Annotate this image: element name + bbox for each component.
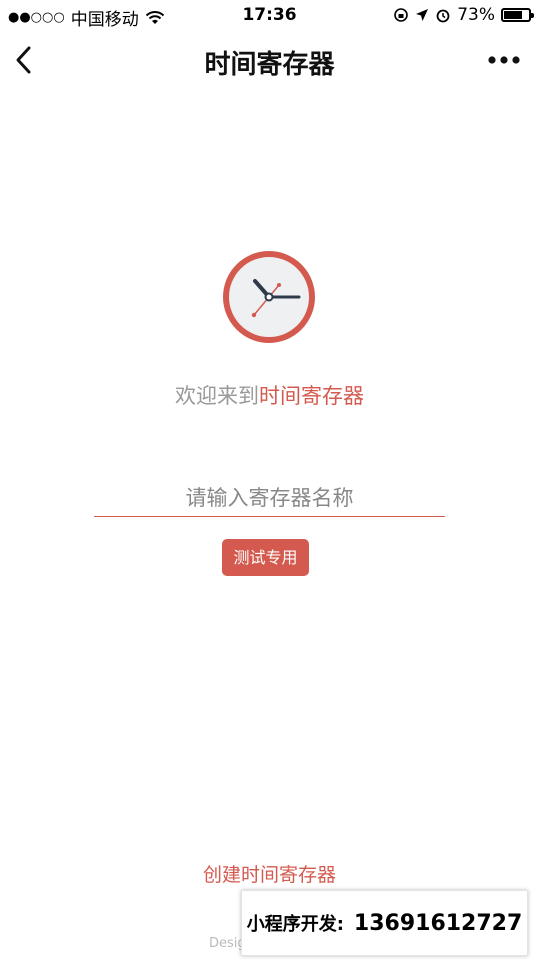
battery-percent: 73% [457,5,495,25]
welcome-text: 欢迎来到时间寄存器 [0,380,539,410]
register-name-input[interactable] [94,480,445,517]
watermark-phone: 13691612727 [353,910,523,936]
battery-level-fill [504,11,522,19]
clock-icon [223,251,315,343]
location-arrow-icon [416,9,429,21]
page-title: 时间寄存器 [204,50,335,80]
welcome-prefix: 欢迎来到 [175,384,259,408]
status-right: 73% [393,5,534,25]
nav-bar: 时间寄存器 [0,32,539,90]
status-bar: ●●○○○ 中国移动 17:36 73% [0,0,539,32]
watermark-label: 小程序开发: [246,914,344,935]
welcome-app-name: 时间寄存器 [259,384,364,408]
create-register-link[interactable]: 创建时间寄存器 [0,860,539,887]
alarm-icon [436,9,450,23]
more-dots-icon[interactable] [487,50,521,70]
battery-icon [501,8,534,22]
rotation-lock-icon [394,8,409,22]
contact-watermark: 小程序开发: 13691612727 [241,890,528,956]
test-button[interactable]: 测试专用 [222,539,309,576]
